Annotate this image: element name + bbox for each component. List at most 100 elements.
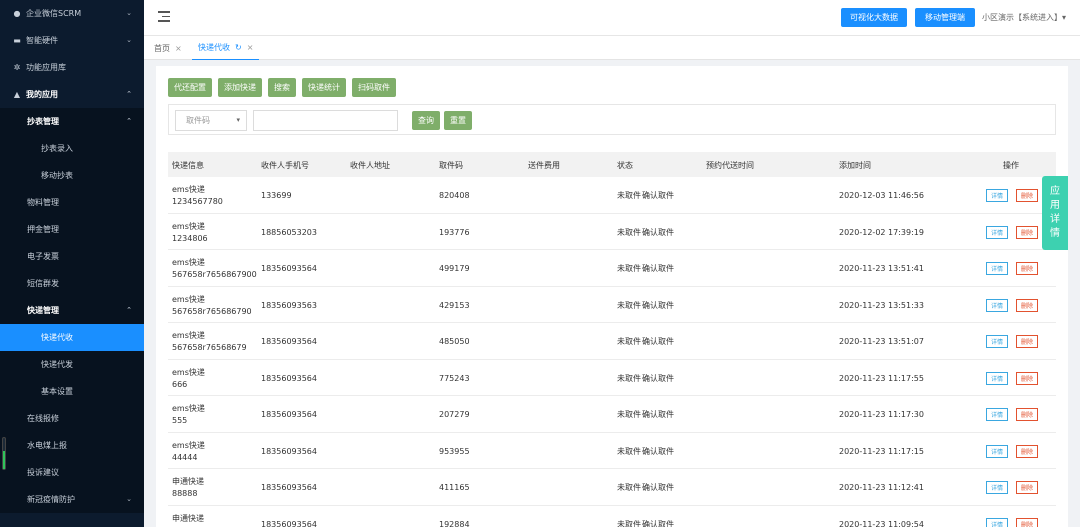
sidebar-item-express-receive[interactable]: 快递代收 [0,324,144,351]
sidebar-item-my-apps[interactable]: ▲ 我的应用 ⌃ [0,81,144,108]
recipient-phone: 18356093564 [261,373,317,383]
sidebar-item-basic-settings[interactable]: 基本设置 [0,378,144,405]
confirm-pickup-link[interactable]: 确认取件 [642,519,674,527]
sidebar-item-utility-report[interactable]: 水电煤上报 [0,432,144,459]
delete-button[interactable]: 删除 [1016,517,1038,527]
side-tab-char: 应 [1050,186,1060,197]
sidebar-item-sms[interactable]: 短信群发 [0,270,144,297]
tab-home[interactable]: 首页 × [148,36,188,60]
tracking-number: 1234567780 [172,197,223,206]
recipient-phone: 133699 [261,191,292,200]
search-button[interactable]: 搜索 [268,78,296,97]
delete-button[interactable]: 删除 [1016,444,1038,458]
delete-button[interactable]: 删除 [1016,371,1038,385]
express-company: 申通快递 [172,513,204,523]
added-time: 2020-11-23 13:51:33 [839,300,924,310]
tab-bar: 首页 × 快递代收 ↻ × [144,36,1080,60]
sidebar-item-label: 在线报修 [27,414,59,423]
detail-button[interactable]: 详情 [986,517,1008,527]
sidebar-item-invoice[interactable]: 电子发票 [0,243,144,270]
status-badge: 未取件 [617,227,641,237]
detail-button[interactable]: 详情 [986,298,1008,312]
column-header: 操作 [1003,161,1019,170]
sidebar-item-label: 基本设置 [41,387,73,396]
pickup-code: 820408 [439,191,470,200]
app-details-tab[interactable]: 应 用 详 情 [1042,176,1068,250]
express-stats-button[interactable]: 快递统计 [302,78,346,97]
sidebar-item-covid[interactable]: 新冠疫情防护 ⌄ [0,486,144,513]
sidebar-item-label: 投诉建议 [27,468,59,477]
detail-button[interactable]: 详情 [986,444,1008,458]
confirm-pickup-link[interactable]: 确认取件 [642,446,674,457]
express-company: 申通快递 [172,477,204,486]
side-tab-char: 详 [1050,214,1060,225]
sidebar-item-label: 抄表管理 [27,117,59,126]
confirm-pickup-link[interactable]: 确认取件 [642,263,674,274]
query-button[interactable]: 查询 [412,111,440,130]
column-header: 快递信息 [172,161,204,170]
sidebar-item-materials[interactable]: 物料管理 [0,189,144,216]
table-row: ems快递 44444 18356093564 953955 未取件 确认取件 2020-1… [168,433,1056,469]
added-time: 2020-12-02 17:39:19 [839,227,924,237]
delete-button[interactable]: 删除 [1016,262,1038,275]
table-row: ems快递 1234806 18856053203 193776 未取件 确认取件 2020… [168,214,1056,250]
detail-button[interactable]: 详情 [986,225,1008,239]
sidebar-item-hardware[interactable]: ▬ 智能硬件 ⌄ [0,27,144,54]
detail-button[interactable]: 详情 [986,371,1008,385]
delivery-config-button[interactable]: 代还配置 [168,78,212,97]
sidebar-item-deposit[interactable]: 押金管理 [0,216,144,243]
user-icon: ▲ [13,90,21,99]
detail-button[interactable]: 详情 [986,481,1008,494]
add-express-button[interactable]: 添加快递 [218,78,262,97]
sidebar-item-express-send[interactable]: 快递代发 [0,351,144,378]
delete-button[interactable]: 删除 [1016,225,1038,239]
confirm-pickup-link[interactable]: 确认取件 [642,190,674,201]
close-icon[interactable]: × [175,44,182,53]
detail-button[interactable]: 详情 [986,189,1008,202]
sidebar-item-meter-entry[interactable]: 抄表录入 [0,135,144,162]
sidebar-item-scrm[interactable]: ● 企业微信SCRM ⌄ [0,0,144,27]
tracking-number: 567658r7656867900 [172,270,257,279]
sidebar-item-meter-management[interactable]: 抄表管理 ⌃ [0,108,144,135]
detail-button[interactable]: 详情 [986,335,1008,348]
search-input[interactable] [253,110,398,131]
delete-button[interactable]: 删除 [1016,408,1038,421]
express-company: ems快递 [172,221,205,231]
tracking-number: 44444 [172,452,198,462]
pickup-code: 192884 [439,519,470,527]
search-field-select[interactable]: 取件码 ▾ [175,110,247,131]
detail-button[interactable]: 详情 [986,408,1008,421]
sidebar-item-app-library[interactable]: ✲ 功能应用库 [0,54,144,81]
scan-pickup-button[interactable]: 扫码取件 [352,78,396,97]
confirm-pickup-link[interactable]: 确认取件 [642,300,674,311]
status-badge: 未取件 [617,337,641,346]
big-data-button[interactable]: 可视化大数据 [841,8,907,27]
scrollbar[interactable] [2,437,6,470]
sidebar-item-complaints[interactable]: 投诉建议 [0,459,144,486]
delete-button[interactable]: 删除 [1016,298,1038,312]
sidebar-item-mobile-meter[interactable]: 移动抄表 [0,162,144,189]
menu-toggle-icon[interactable] [158,11,170,22]
delete-button[interactable]: 删除 [1016,481,1038,494]
confirm-pickup-link[interactable]: 确认取件 [642,227,674,238]
reset-button[interactable]: 重置 [444,111,472,130]
confirm-pickup-link[interactable]: 确认取件 [642,373,674,384]
detail-button[interactable]: 详情 [986,262,1008,275]
confirm-pickup-link[interactable]: 确认取件 [642,336,674,347]
sidebar-item-repair[interactable]: 在线报修 [0,405,144,432]
sidebar-item-express-management[interactable]: 快递管理 ⌃ [0,297,144,324]
delete-button[interactable]: 删除 [1016,335,1038,348]
refresh-icon[interactable]: ↻ [235,43,242,52]
close-icon[interactable]: × [247,43,254,52]
mobile-admin-button[interactable]: 移动管理端 [915,8,975,27]
delete-button[interactable]: 删除 [1016,189,1038,202]
sidebar-item-label: 快递代收 [41,333,73,342]
confirm-pickup-link[interactable]: 确认取件 [642,409,674,420]
user-menu[interactable]: 小区演示【系统进入】▾ [982,12,1066,23]
sidebar-item-label: 我的应用 [26,90,58,99]
tab-express-receive[interactable]: 快递代收 ↻ × [192,36,260,60]
confirm-pickup-link[interactable]: 确认取件 [642,482,674,493]
recipient-phone: 18356093564 [261,446,317,456]
recipient-phone: 18356093563 [261,300,317,310]
device-icon: ▬ [13,36,21,45]
